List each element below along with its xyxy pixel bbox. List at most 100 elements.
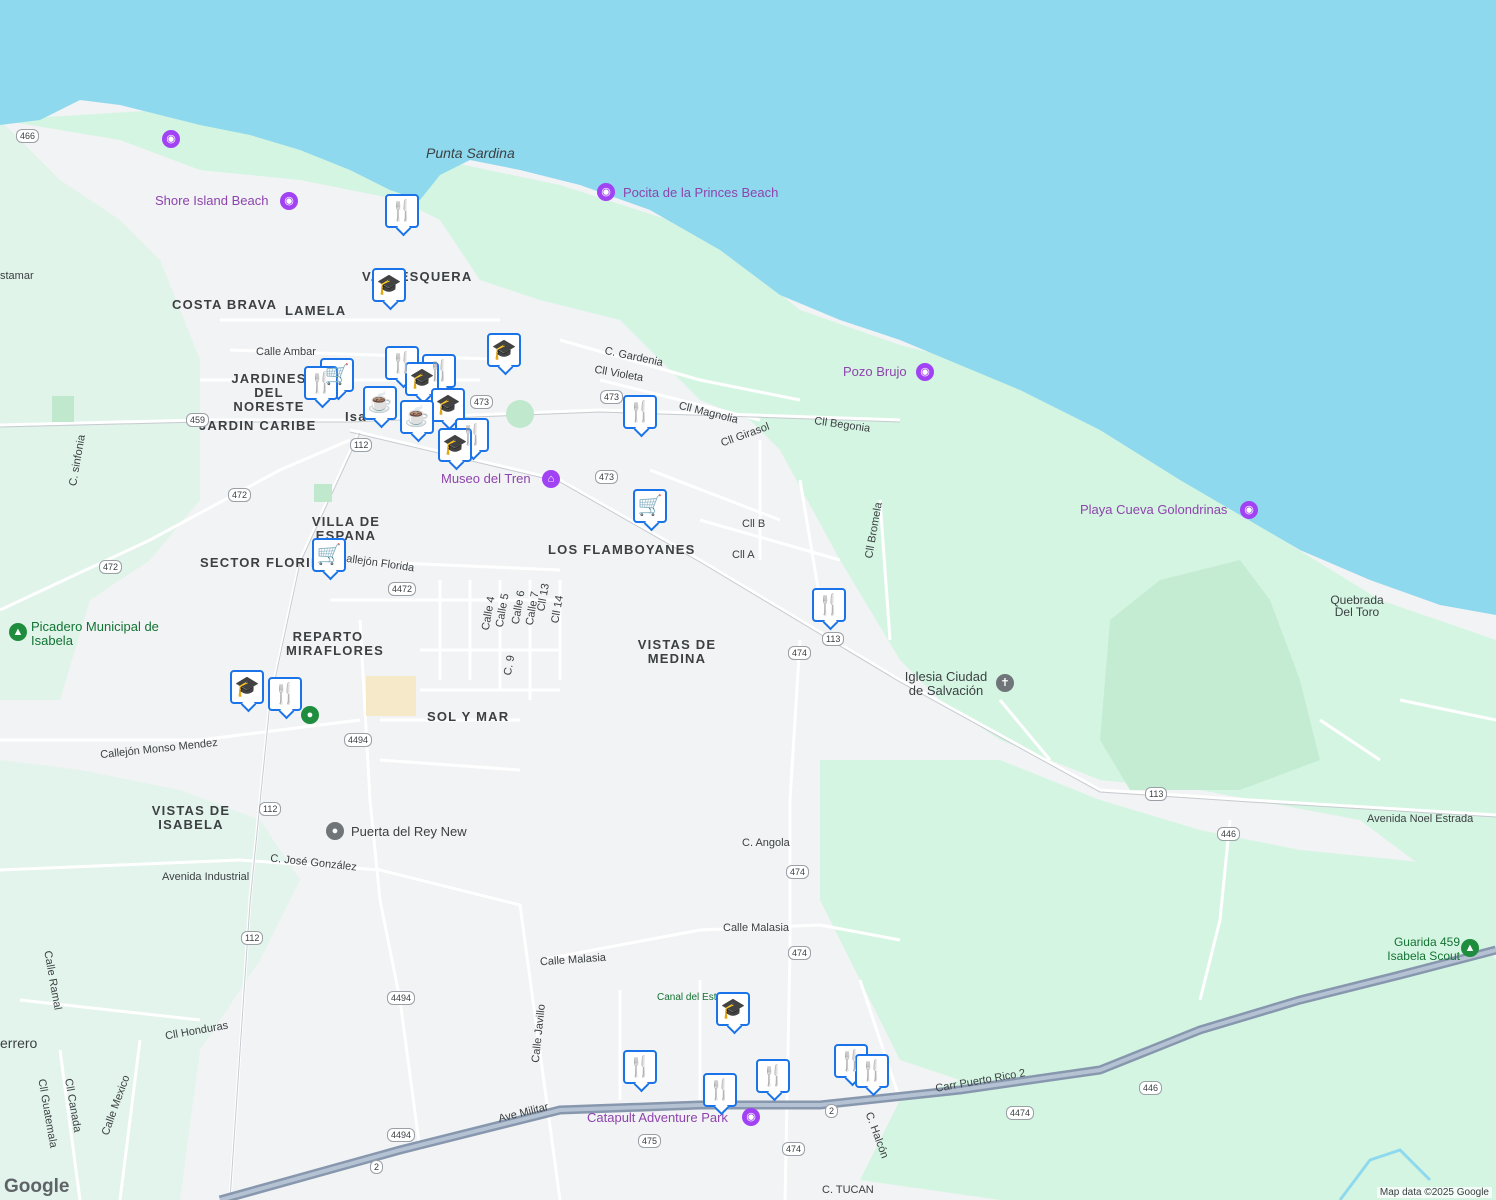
fork-knife-icon: 🍴 [760,1065,786,1087]
route-shield: 4494 [387,1128,416,1142]
route-shield: 113 [1145,787,1168,801]
jardin-caribe-label: JARDIN CARIBE [199,418,317,433]
camera-icon[interactable]: ◉ [280,192,298,210]
school-pin[interactable]: 🎓 [487,333,521,367]
route-shield: 112 [241,931,264,945]
route-shield: 473 [600,390,624,404]
shopping-pin[interactable]: 🛒 [312,538,346,572]
school-pin[interactable]: 🎓 [230,670,264,704]
camera-icon[interactable]: ◉ [597,183,615,201]
punta-sardina-label: Punta Sardina [426,145,515,161]
graduation-cap-icon: 🎓 [435,394,461,416]
church-icon[interactable]: ✝ [996,674,1014,692]
jardines-label: JARDINES DEL NORESTE [231,371,307,414]
route-shield: 113 [822,632,845,646]
pocita-beach-label[interactable]: Pocita de la Princes Beach [623,186,778,199]
coffee-cup-icon: ☕ [404,406,430,428]
costa-brava-label: COSTA BRAVA [172,297,278,312]
vistas-medina-label: VISTAS DE MEDINA [637,637,717,666]
map-canvas[interactable]: Punta Sardina ◉ Shore Island Beach ◉ ◉ P… [0,0,1496,1200]
route-shield: 2 [825,1104,839,1118]
shore-island-beach-label[interactable]: Shore Island Beach [155,194,268,207]
route-shield: 474 [782,1142,806,1156]
map-attribution[interactable]: Map data ©2025 Google [1376,1187,1492,1198]
quebrada-label: Quebrada Del Toro [1330,593,1384,619]
restaurant-pin[interactable]: 🍴 [703,1073,737,1107]
street-label: Calle Malasia [723,922,790,934]
route-shield: 4494 [387,991,416,1005]
route-shield: 466 [16,129,40,143]
route-shield: 446 [1217,827,1241,841]
route-shield: 112 [350,438,373,452]
museo-label[interactable]: Museo del Tren [441,472,531,485]
route-shield: 474 [788,646,812,660]
restaurant-pin[interactable]: 🍴 [304,366,338,400]
graduation-cap-icon: 🎓 [234,676,260,698]
route-shield: 112 [259,802,282,816]
camera-icon[interactable]: ◉ [162,130,180,148]
shopping-cart-icon: 🛒 [637,495,663,517]
museum-icon[interactable]: ⌂ [542,470,560,488]
restaurant-pin[interactable]: 🍴 [268,677,302,711]
guerrero-label: errero [0,1035,38,1051]
route-shield: 474 [786,865,810,879]
graduation-cap-icon: 🎓 [376,274,402,296]
route-shield: 4472 [388,582,417,596]
school-pin[interactable]: 🎓 [372,268,406,302]
route-shield: 473 [595,470,619,484]
place-icon[interactable]: ● [326,822,344,840]
iglesia-label[interactable]: Iglesia Ciudad de Salvación [900,670,992,698]
graduation-cap-icon: 🎓 [720,998,746,1020]
picadero-label[interactable]: Picadero Municipal de Isabela [31,620,161,648]
street-label: C. Angola [742,837,790,849]
route-shield: 474 [788,946,812,960]
cafe-pin[interactable]: ☕ [363,386,397,420]
vistas-isabela-label: VISTAS DE ISABELA [151,803,231,832]
school-pin[interactable]: 🎓 [716,992,750,1026]
restaurant-pin[interactable]: 🍴 [812,588,846,622]
cafe-pin[interactable]: ☕ [400,400,434,434]
school-pin[interactable]: 🎓 [438,428,472,462]
fork-knife-icon: 🍴 [272,683,298,705]
route-shield: 473 [470,395,494,409]
playa-cueva-label[interactable]: Playa Cueva Golondrinas [1080,503,1227,516]
street-label: Cll A [732,549,755,561]
fork-knife-icon: 🍴 [308,372,334,394]
sol-y-mar-label: SOL Y MAR [427,709,510,724]
restaurant-pin[interactable]: 🍴 [855,1054,889,1088]
camera-icon[interactable]: ◉ [1240,501,1258,519]
restaurant-pin[interactable]: 🍴 [756,1059,790,1093]
google-logo[interactable]: Google [4,1176,69,1198]
route-shield: 459 [186,413,210,427]
route-shield: 475 [638,1134,662,1148]
restaurant-pin[interactable]: 🍴 [385,194,419,228]
canal-label: Canal del Este [657,992,723,1003]
fork-knife-icon: 🍴 [627,401,653,423]
shopping-pin[interactable]: 🛒 [633,489,667,523]
puerta-label[interactable]: Puerta del Rey New [351,825,467,838]
route-shield: 472 [99,560,123,574]
coffee-cup-icon: ☕ [367,392,393,414]
park-icon[interactable]: ▲ [1461,939,1479,957]
school-pin[interactable]: 🎓 [431,388,465,422]
costamar-label: stamar [0,270,34,282]
park-icon[interactable]: ◉ [742,1108,760,1126]
graduation-cap-icon: 🎓 [491,339,517,361]
guarida-label[interactable]: Guarida 459 Isabela Scout [1360,935,1460,963]
pozo-brujo-label[interactable]: Pozo Brujo [843,365,907,378]
shopping-cart-icon: 🛒 [316,544,342,566]
street-label: Cll B [742,518,766,530]
camera-icon[interactable]: ◉ [916,363,934,381]
restaurant-pin[interactable]: 🍴 [623,395,657,429]
catapult-label[interactable]: Catapult Adventure Park [587,1111,728,1124]
restaurant-pin[interactable]: 🍴 [623,1050,657,1084]
place-icon[interactable]: ● [301,706,319,724]
fork-knife-icon: 🍴 [859,1060,885,1082]
graduation-cap-icon: 🎓 [442,434,468,456]
route-shield: 4494 [344,733,373,747]
route-shield: 4474 [1006,1106,1035,1120]
route-shield: 472 [228,488,252,502]
park-icon[interactable]: ▲ [9,623,27,641]
street-label: Avenida Noel Estrada [1367,813,1474,825]
street-label: C. TUCAN [822,1184,874,1196]
